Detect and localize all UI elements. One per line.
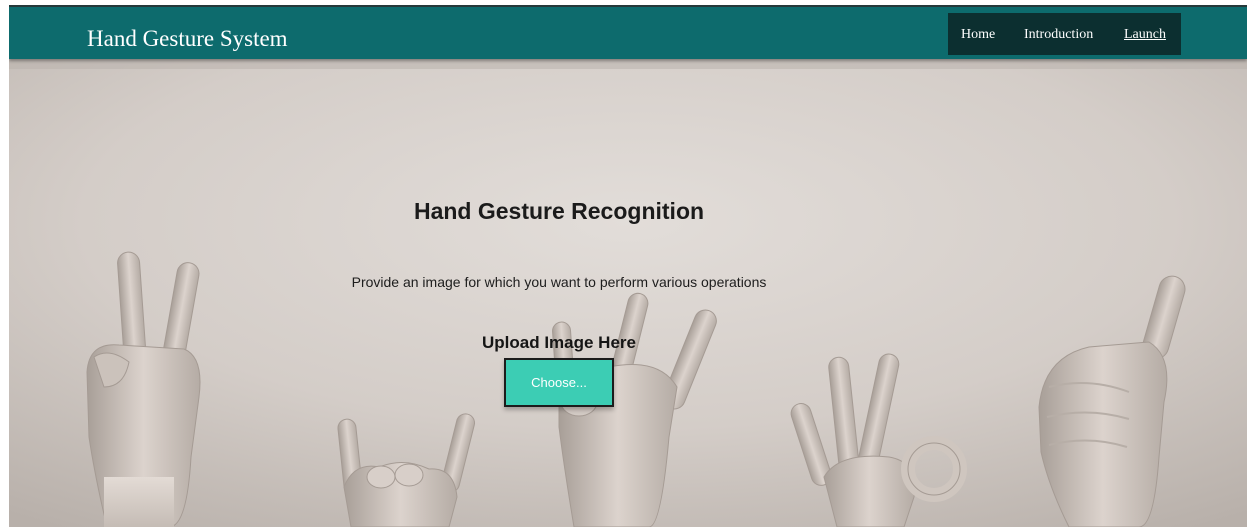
nav-home-link[interactable]: Home [961, 27, 995, 43]
page-subtitle: Provide an image for which you want to p… [351, 274, 767, 290]
nav-introduction-link[interactable]: Introduction [1024, 27, 1093, 43]
nav-launch-link[interactable]: Launch [1124, 27, 1166, 43]
site-brand[interactable]: Hand Gesture System [87, 26, 288, 52]
header-bar: Hand Gesture System Home Introduction La… [9, 5, 1247, 59]
page-title: Hand Gesture Recognition [413, 198, 705, 224]
upload-label: Upload Image Here [482, 333, 636, 352]
hero-background-image [9, 57, 1247, 527]
choose-file-button[interactable]: Choose... [504, 358, 614, 407]
hero-section: Hand Gesture Recognition Provide an imag… [9, 57, 1247, 527]
main-nav: Home Introduction Launch [948, 13, 1181, 55]
browser-viewport: Hand Gesture System Home Introduction La… [9, 5, 1247, 527]
